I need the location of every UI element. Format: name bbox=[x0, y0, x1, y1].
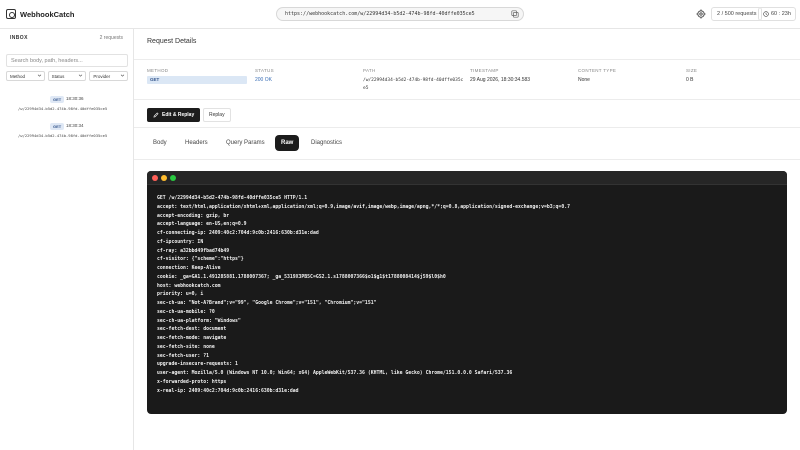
tab-body[interactable]: Body bbox=[147, 135, 173, 151]
inbox-count: 2 requests bbox=[99, 35, 123, 41]
webhook-url: https://webhookcatch.com/w/22994d34-b5d2… bbox=[285, 11, 475, 17]
method-filter-label: Method bbox=[10, 74, 26, 79]
filter-row: Method Status Provider bbox=[6, 71, 129, 81]
window-dot-red bbox=[152, 175, 158, 181]
tab-headers[interactable]: Headers bbox=[179, 135, 214, 151]
meta-label: SIZE bbox=[686, 68, 698, 73]
meta-label: TIMESTAMP bbox=[470, 68, 499, 73]
raw-request-viewer: GET /w/22994d34-b5d2-474b-98fd-40dffe035… bbox=[147, 171, 787, 414]
list-item[interactable]: GET 18:30:34 /w/22994d34-b5d2-474b-98fd-… bbox=[6, 121, 128, 145]
window-dot-green bbox=[170, 175, 176, 181]
method-badge: GET bbox=[50, 123, 65, 130]
gear-icon[interactable] bbox=[696, 9, 706, 19]
divider bbox=[134, 59, 800, 60]
replay-button[interactable]: Replay bbox=[203, 108, 231, 122]
request-quota: 2 / 500 requests bbox=[711, 7, 763, 21]
tab-raw[interactable]: Raw bbox=[275, 135, 300, 151]
webhook-url-bar[interactable]: https://webhookcatch.com/w/22994d34-b5d2… bbox=[276, 7, 524, 21]
request-path: /w/22994d34-b5d2-474b-98fd-40dffe035ce5 bbox=[18, 106, 108, 111]
copy-icon[interactable] bbox=[511, 10, 519, 18]
meta-timestamp: TIMESTAMP 29 Aug 2026, 18:30:34.583 bbox=[470, 68, 530, 83]
meta-label: PATH bbox=[363, 68, 376, 73]
path-value: /w/22994d34-b5d2-474b-98fd-40dffe035ce5 bbox=[363, 78, 464, 91]
content-type-value: None bbox=[578, 77, 590, 83]
meta-method: METHOD GET bbox=[147, 68, 247, 84]
meta-path: PATH /w/22994d34-b5d2-474b-98fd-40dffe03… bbox=[363, 68, 465, 93]
top-bar: WebhookCatch https://webhookcatch.com/w/… bbox=[0, 0, 800, 29]
chevron-down-icon bbox=[120, 74, 125, 77]
logo-icon bbox=[6, 9, 16, 19]
tab-query-params[interactable]: Query Params bbox=[220, 135, 271, 151]
request-path: /w/22994d34-b5d2-474b-98fd-40dffe035ce5 bbox=[18, 133, 108, 138]
clock-icon bbox=[763, 11, 769, 17]
method-value: GET bbox=[147, 76, 247, 84]
meta-label: CONTENT TYPE bbox=[578, 68, 617, 73]
raw-request-text[interactable]: GET /w/22994d34-b5d2-474b-98fd-40dffe035… bbox=[147, 185, 787, 406]
provider-filter[interactable]: Provider bbox=[89, 71, 129, 81]
edit-replay-label: Edit & Replay bbox=[162, 112, 195, 118]
brand-name: WebhookCatch bbox=[20, 9, 75, 19]
meta-label: METHOD bbox=[147, 68, 169, 73]
window-dot-yellow bbox=[161, 175, 167, 181]
meta-label: STATUS bbox=[255, 68, 274, 73]
request-time: 18:30:36 bbox=[66, 96, 84, 101]
chevron-down-icon bbox=[79, 74, 83, 77]
method-badge: GET bbox=[50, 96, 65, 103]
edit-replay-button[interactable]: Edit & Replay bbox=[147, 108, 201, 122]
edit-icon bbox=[153, 112, 159, 118]
tab-diagnostics[interactable]: Diagnostics bbox=[305, 135, 348, 151]
divider bbox=[134, 127, 800, 128]
terminal-title-bar bbox=[147, 171, 787, 185]
provider-filter-label: Provider bbox=[93, 74, 111, 79]
inbox-title: INBOX bbox=[10, 35, 28, 41]
page-title: Request Details bbox=[147, 38, 197, 45]
status-filter[interactable]: Status bbox=[47, 71, 87, 81]
status-filter-label: Status bbox=[51, 74, 65, 79]
brand[interactable]: WebhookCatch bbox=[6, 9, 74, 19]
request-time: 18:30:34 bbox=[66, 123, 84, 128]
meta-status: STATUS 200 OK bbox=[255, 68, 274, 83]
method-filter[interactable]: Method bbox=[6, 71, 45, 81]
chevron-down-icon bbox=[37, 74, 41, 77]
expiry-timer: 60 : 23h bbox=[758, 7, 796, 21]
meta-size: SIZE 0 B bbox=[686, 68, 697, 83]
search-input[interactable] bbox=[6, 54, 128, 67]
list-item[interactable]: GET 18:30:36 /w/22994d34-b5d2-474b-98fd-… bbox=[6, 94, 128, 118]
timer-text: 60 : 23h bbox=[771, 10, 791, 17]
size-value: 0 B bbox=[686, 77, 694, 83]
divider bbox=[134, 99, 800, 100]
status-value: 200 OK bbox=[255, 77, 272, 83]
main-panel: Request Details METHOD GET STATUS 200 OK… bbox=[134, 29, 800, 450]
divider bbox=[134, 159, 800, 160]
sidebar: INBOX 2 requests Method Status Provider … bbox=[0, 29, 134, 450]
meta-content-type: CONTENT TYPE None bbox=[578, 68, 616, 83]
timestamp-value: 29 Aug 2026, 18:30:34.583 bbox=[470, 77, 531, 83]
